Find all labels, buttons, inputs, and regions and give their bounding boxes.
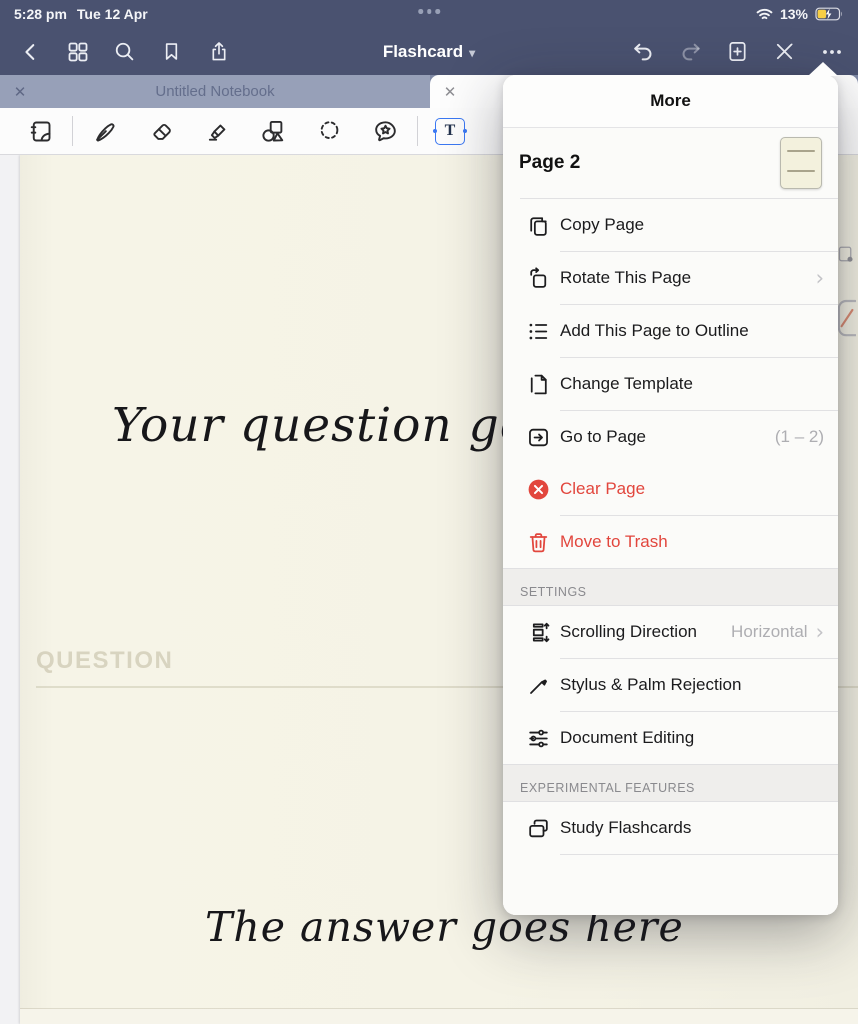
menu-item-move-to-trash[interactable]: Move to Trash [503,516,838,568]
clear-page-icon [525,476,551,502]
share-button[interactable] [202,35,235,68]
menu-item-study-flashcards[interactable]: Study Flashcards [503,802,838,854]
template-icon [525,371,551,397]
menu-item-detail: Horizontal [731,622,808,642]
menu-item-rotate-this-page[interactable]: Rotate This Page › [503,252,838,304]
chevron-right-icon: › [816,622,824,643]
section-header-experimental-features: EXPERIMENTAL FEATURES [503,764,838,802]
scrolling-direction-icon [525,619,551,645]
clipped-sidebar-icons [838,243,856,339]
highlighter-tool-button[interactable] [189,112,245,150]
undo-button[interactable] [627,35,660,68]
menu-item-label: Study Flashcards [560,818,691,838]
menu-item-document-editing[interactable]: Document Editing [503,712,838,764]
menu-item-label: Change Template [560,374,693,394]
tab-untitled-notebook[interactable]: Untitled Notebook ✕ [0,75,430,108]
section-header-label: SETTINGS [520,585,587,599]
text-tool-button[interactable]: T [422,112,478,150]
battery-charging-icon [815,7,844,21]
back-button[interactable] [14,35,47,68]
wifi-icon [756,8,773,21]
menu-item-label: Scrolling Direction [560,622,697,642]
search-button[interactable] [108,35,141,68]
popover-caret [808,62,838,76]
battery-percent: 13% [780,6,808,22]
menu-item-label: Stylus & Palm Rejection [560,675,741,695]
elements-icon [372,118,399,145]
bookmark-button[interactable] [155,35,188,68]
menu-item-copy-page[interactable]: Copy Page [503,199,838,251]
menu-item-stylus-palm-rejection[interactable]: Stylus & Palm Rejection [503,659,838,711]
menu-item-add-page-to-outline[interactable]: Add This Page to Outline [503,305,838,357]
thumbnails-grid-button[interactable] [61,35,94,68]
page-thumbnail [780,137,822,189]
tab-title: Untitled Notebook [0,83,430,100]
shapes-icon [260,118,287,145]
menu-item-label: Add This Page to Outline [560,321,749,341]
current-page-label: Page 2 [519,152,580,174]
menu-item-detail: (1 – 2) [775,427,824,447]
chevron-right-icon: › [816,268,824,289]
popover-footer [503,855,838,915]
tab-close-icon[interactable]: ✕ [440,83,460,101]
navigation-bar: Flashcard ▾ [0,28,858,75]
document-title: Flashcard [383,42,463,62]
read-only-tool-button[interactable] [12,112,68,150]
pen-tool-button[interactable] [77,112,133,150]
popover-menu: Copy Page Rotate This Page › Add This Page … [503,199,838,855]
eraser-tool-button[interactable] [133,112,189,150]
status-time: 5:28 pm [14,6,67,22]
more-popover: More Page 2 Copy Page Rotate This Page › Ad… [503,75,838,915]
menu-item-clear-page[interactable]: Clear Page [503,463,838,515]
question-template-label: QUESTION [36,647,173,675]
multitask-dots-icon[interactable] [418,9,440,14]
popover-title: More [503,75,838,128]
menu-item-label: Clear Page [560,479,645,499]
text-icon: T [435,118,465,145]
highlighter-icon [204,118,231,145]
elements-tool-button[interactable] [357,112,413,150]
menu-item-label: Copy Page [560,215,644,235]
page-bottom-strip [20,1009,858,1024]
go-to-page-icon [525,424,551,450]
stylus-icon [525,672,551,698]
outline-icon [525,318,551,344]
eraser-icon [148,118,175,145]
menu-item-label: Go to Page [560,427,646,447]
menu-item-label: Move to Trash [560,532,668,552]
add-page-button[interactable] [721,35,754,68]
menu-item-label: Rotate This Page [560,268,691,288]
menu-item-go-to-page[interactable]: Go to Page (1 – 2) [503,411,838,463]
status-bar: 5:28 pm Tue 12 Apr 13% [0,0,858,28]
document-editing-icon [525,725,551,751]
tab-close-icon[interactable]: ✕ [10,83,30,101]
menu-item-scrolling-direction[interactable]: Scrolling Direction Horizontal › [503,606,838,658]
current-page-row[interactable]: Page 2 [503,128,838,198]
clipped-pencil-icon [838,299,856,339]
redo-button[interactable] [674,35,707,68]
toolbar-divider [72,116,73,146]
lasso-tool-button[interactable] [301,112,357,150]
section-header-settings: SETTINGS [503,568,838,606]
menu-item-label: Document Editing [560,728,694,748]
chevron-down-icon: ▾ [469,46,475,60]
study-flashcards-icon [525,815,551,841]
shapes-tool-button[interactable] [245,112,301,150]
clipped-page-icon [838,243,856,265]
trash-icon [525,529,551,555]
document-title-menu[interactable]: Flashcard ▾ [383,42,475,62]
status-date: Tue 12 Apr [77,6,148,22]
menu-item-change-template[interactable]: Change Template [503,358,838,410]
read-only-icon [27,118,54,145]
rotate-page-icon [525,265,551,291]
toolbar-divider [417,116,418,146]
deselect-tool-button[interactable] [768,35,801,68]
lasso-icon [316,118,343,145]
section-header-label: EXPERIMENTAL FEATURES [520,781,695,795]
copy-page-icon [525,212,551,238]
pen-icon [92,118,119,145]
